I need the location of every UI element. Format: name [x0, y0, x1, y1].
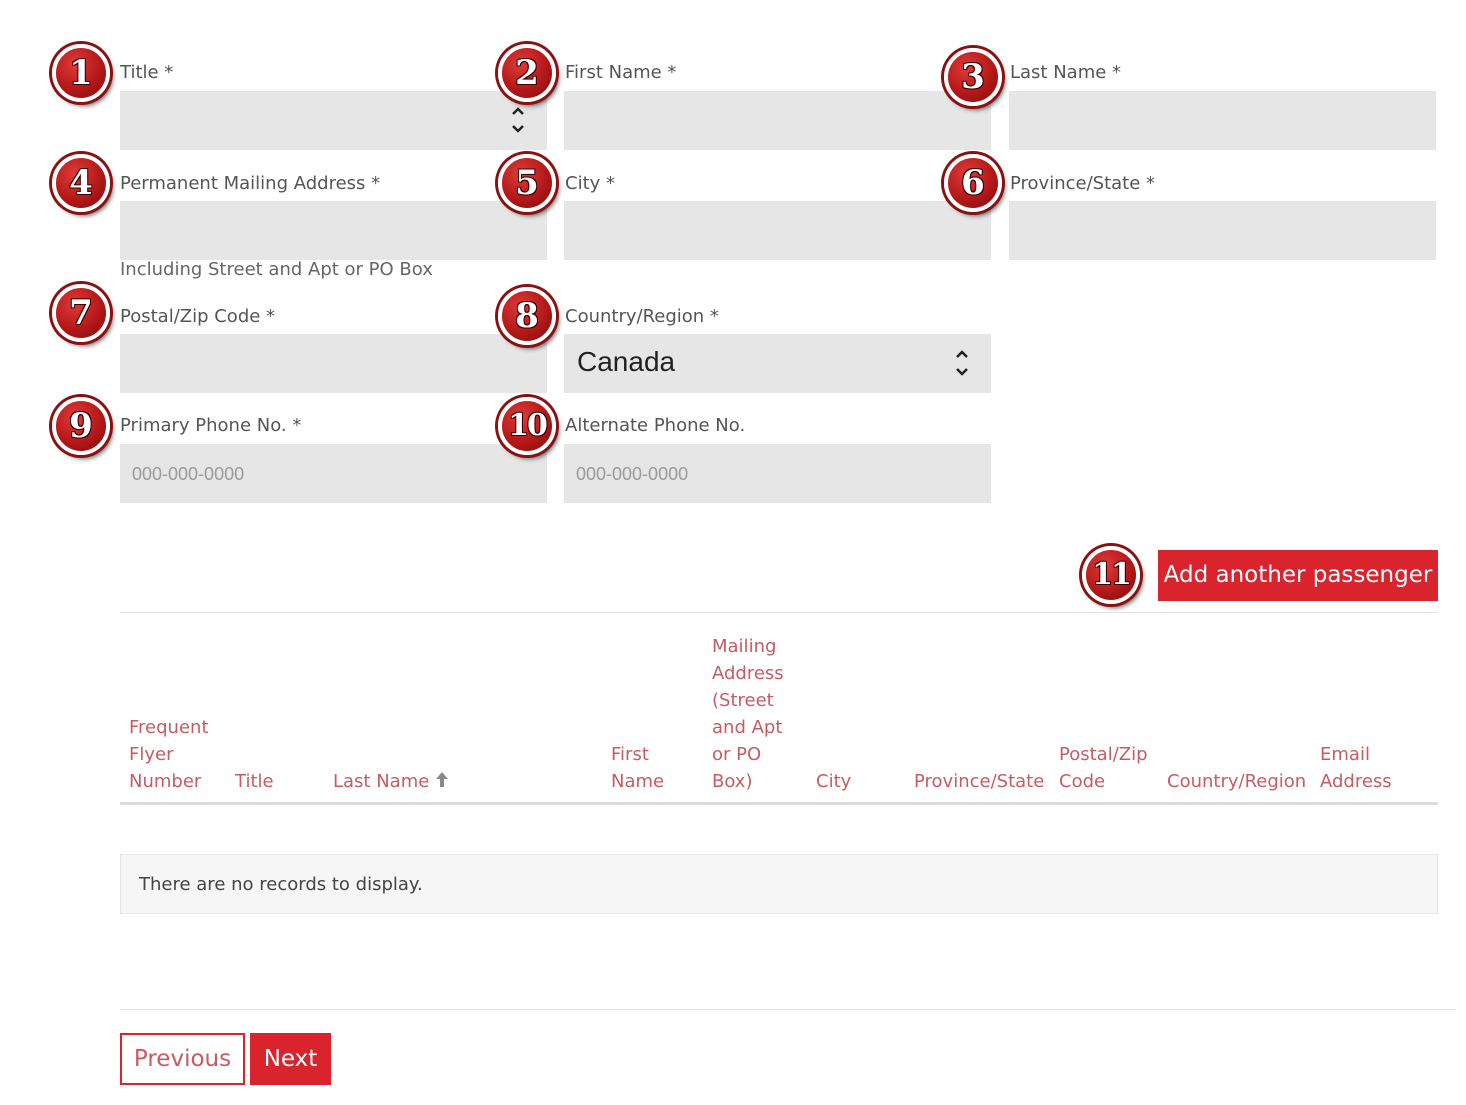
callout-badge-5: 5	[498, 154, 556, 212]
primary-phone-input[interactable]: 000-000-0000	[120, 444, 547, 503]
callout-badge-4: 4	[52, 154, 110, 212]
postal-input[interactable]	[120, 334, 547, 393]
country-label: Country/Region *	[565, 306, 719, 327]
empty-records-message: There are no records to display.	[120, 854, 1438, 914]
callout-badge-1: 1	[52, 44, 110, 102]
divider-bottom	[120, 1009, 1456, 1010]
previous-button[interactable]: Previous	[120, 1033, 245, 1085]
callout-badge-7: 7	[52, 284, 110, 342]
alternate-phone-placeholder: 000-000-0000	[576, 464, 689, 484]
updown-arrows-icon	[511, 107, 525, 133]
th-postal[interactable]: Postal/Zip Code	[1059, 741, 1148, 795]
address-label: Permanent Mailing Address *	[120, 173, 381, 194]
th-first-name[interactable]: First Name	[611, 741, 664, 795]
city-input[interactable]	[564, 201, 991, 260]
th-country[interactable]: Country/Region	[1167, 768, 1306, 795]
divider-top	[120, 612, 1438, 613]
callout-badge-10: 10	[498, 397, 556, 455]
table-header-divider	[120, 802, 1438, 805]
country-value: Canada	[577, 346, 676, 377]
title-select[interactable]	[120, 91, 547, 150]
first-name-label: First Name *	[565, 62, 677, 83]
sort-ascending-icon	[435, 769, 449, 796]
th-frequent-flyer[interactable]: Frequent Flyer Number	[129, 714, 209, 795]
th-title[interactable]: Title	[235, 768, 274, 795]
th-city[interactable]: City	[816, 768, 851, 795]
callout-badge-9: 9	[52, 397, 110, 455]
callout-badge-2: 2	[498, 44, 556, 102]
alternate-phone-input[interactable]: 000-000-0000	[564, 444, 991, 503]
first-name-input[interactable]	[564, 91, 991, 150]
city-label: City *	[565, 173, 616, 194]
callout-badge-8: 8	[498, 287, 556, 345]
add-passenger-button[interactable]: Add another passenger	[1158, 550, 1438, 601]
postal-label: Postal/Zip Code *	[120, 306, 276, 327]
callout-badge-6: 6	[944, 154, 1002, 212]
country-select[interactable]: Canada	[564, 334, 991, 393]
title-label: Title *	[120, 62, 174, 83]
th-last-name[interactable]: Last Name	[333, 768, 449, 796]
last-name-label: Last Name *	[1010, 62, 1122, 83]
th-mailing-address[interactable]: Mailing Address (Street and Apt or PO Bo…	[712, 633, 784, 795]
last-name-input[interactable]	[1009, 91, 1436, 150]
province-input[interactable]	[1009, 201, 1436, 260]
province-label: Province/State *	[1010, 173, 1156, 194]
address-hint: Including Street and Apt or PO Box	[120, 259, 433, 280]
callout-badge-3: 3	[944, 48, 1002, 106]
primary-phone-placeholder: 000-000-0000	[132, 464, 245, 484]
callout-badge-11: 11	[1082, 546, 1140, 604]
th-email[interactable]: Email Address	[1320, 741, 1392, 795]
next-button[interactable]: Next	[250, 1033, 331, 1085]
primary-phone-label: Primary Phone No. *	[120, 415, 302, 436]
updown-arrows-icon	[955, 350, 969, 376]
th-province[interactable]: Province/State	[914, 768, 1044, 795]
alternate-phone-label: Alternate Phone No.	[565, 415, 746, 436]
address-input[interactable]	[120, 201, 547, 260]
